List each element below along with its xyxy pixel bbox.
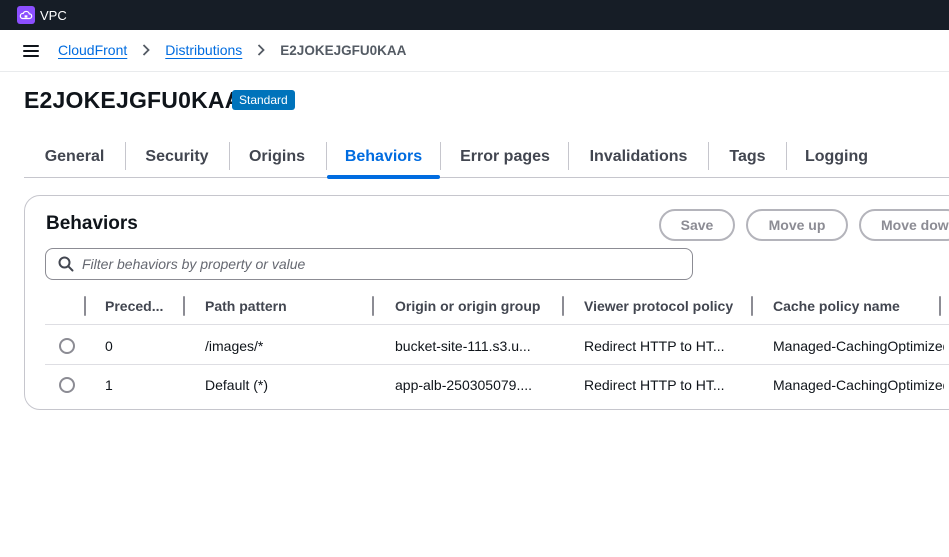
- move-up-button[interactable]: Move up: [746, 209, 848, 241]
- row-select-radio[interactable]: [59, 377, 75, 393]
- column-divider[interactable]: [183, 296, 185, 316]
- cell-viewer-protocol: Redirect HTTP to HT...: [584, 338, 725, 354]
- breadcrumb-distributions[interactable]: Distributions: [165, 42, 242, 58]
- column-divider[interactable]: [372, 296, 374, 316]
- table-row[interactable]: 0 /images/* bucket-site-111.s3.u... Redi…: [45, 326, 949, 365]
- cell-cache-policy: Managed-CachingOptimized: [773, 377, 944, 393]
- search-input[interactable]: [82, 256, 642, 272]
- cell-origin: bucket-site-111.s3.u...: [395, 338, 531, 354]
- menu-icon[interactable]: [23, 45, 39, 57]
- column-header-origin[interactable]: Origin or origin group: [395, 298, 565, 314]
- tab-divider: [568, 142, 569, 170]
- column-header-precedence[interactable]: Preced...: [105, 298, 167, 314]
- tab-list: General Security Origins Behaviors Error…: [24, 136, 949, 179]
- tab-divider: [708, 142, 709, 170]
- save-button[interactable]: Save: [659, 209, 735, 241]
- filter-behaviors-field[interactable]: [45, 248, 693, 280]
- tab-divider: [786, 142, 787, 170]
- page-title: E2JOKEJGFU0KAA: [24, 87, 242, 113]
- column-divider[interactable]: [939, 296, 941, 316]
- search-icon: [58, 256, 74, 272]
- column-divider[interactable]: [562, 296, 564, 316]
- move-down-button[interactable]: Move down: [859, 209, 949, 241]
- table-row[interactable]: 1 Default (*) app-alb-250305079.... Redi…: [45, 365, 949, 404]
- chevron-right-icon: [258, 44, 266, 56]
- service-label[interactable]: VPC: [40, 8, 67, 23]
- tab-security[interactable]: Security: [133, 136, 221, 178]
- top-navigation-bar: VPC: [0, 0, 949, 30]
- tab-invalidations[interactable]: Invalidations: [576, 136, 701, 178]
- status-badge: Standard: [232, 90, 295, 110]
- tab-error-pages[interactable]: Error pages: [449, 136, 561, 178]
- cell-precedence: 0: [105, 338, 113, 354]
- column-divider[interactable]: [751, 296, 753, 316]
- cell-viewer-protocol: Redirect HTTP to HT...: [584, 377, 725, 393]
- breadcrumb-current: E2JOKEJGFU0KAA: [280, 42, 407, 58]
- tab-logging[interactable]: Logging: [794, 136, 879, 178]
- breadcrumb-cloudfront[interactable]: CloudFront: [58, 42, 127, 58]
- column-divider[interactable]: [84, 296, 86, 316]
- breadcrumb: CloudFront Distributions E2JOKEJGFU0KAA: [58, 42, 406, 58]
- cell-precedence: 1: [105, 377, 113, 393]
- column-header-viewer-protocol[interactable]: Viewer protocol policy: [584, 298, 749, 314]
- column-header-cache-policy[interactable]: Cache policy name: [773, 298, 923, 314]
- tab-divider: [125, 142, 126, 170]
- cell-path-pattern: Default (*): [205, 377, 269, 393]
- tab-tags[interactable]: Tags: [716, 136, 779, 178]
- chevron-right-icon: [143, 44, 151, 56]
- tab-behaviors[interactable]: Behaviors: [327, 136, 440, 179]
- cell-cache-policy: Managed-CachingOptimized: [773, 338, 944, 354]
- cell-origin: app-alb-250305079....: [395, 377, 532, 393]
- row-select-radio[interactable]: [59, 338, 75, 354]
- tab-origins[interactable]: Origins: [236, 136, 318, 178]
- table-divider: [45, 324, 949, 325]
- behaviors-container: Behaviors Save Move up Move down Preced.…: [24, 195, 949, 410]
- breadcrumb-bar: CloudFront Distributions E2JOKEJGFU0KAA: [0, 30, 949, 72]
- behaviors-heading: Behaviors: [46, 213, 138, 234]
- cloud-lock-icon[interactable]: [17, 6, 35, 24]
- tab-divider: [440, 142, 441, 170]
- tab-general[interactable]: General: [32, 136, 117, 178]
- tab-divider: [229, 142, 230, 170]
- column-header-path-pattern[interactable]: Path pattern: [205, 298, 365, 314]
- cell-path-pattern: /images/*: [205, 338, 264, 354]
